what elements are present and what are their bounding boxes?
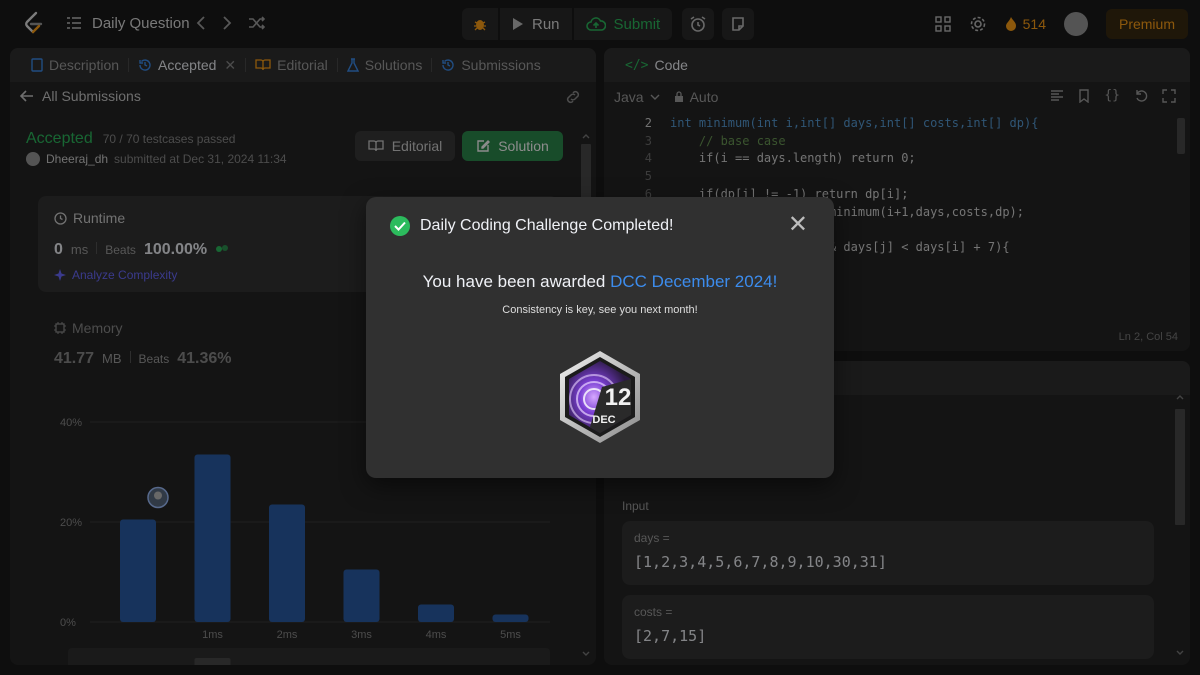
check-circle-icon — [390, 216, 410, 236]
modal-title: Daily Coding Challenge Completed! — [390, 216, 673, 236]
award-message: You have been awarded DCC December 2024! — [366, 272, 834, 292]
award-prefix: You have been awarded — [422, 272, 606, 291]
badge-number: 12 — [605, 384, 632, 411]
badge-month: DEC — [592, 414, 615, 426]
award-subtitle: Consistency is key, see you next month! — [502, 304, 698, 316]
dcc-award-modal: Daily Coding Challenge Completed! ✕ You … — [366, 197, 834, 478]
award-name-link[interactable]: DCC December 2024! — [610, 272, 777, 291]
modal-title-text: Daily Coding Challenge Completed! — [420, 217, 674, 234]
close-icon[interactable]: ✕ — [788, 213, 808, 237]
dcc-december-badge-icon: 12 DEC — [560, 351, 640, 443]
